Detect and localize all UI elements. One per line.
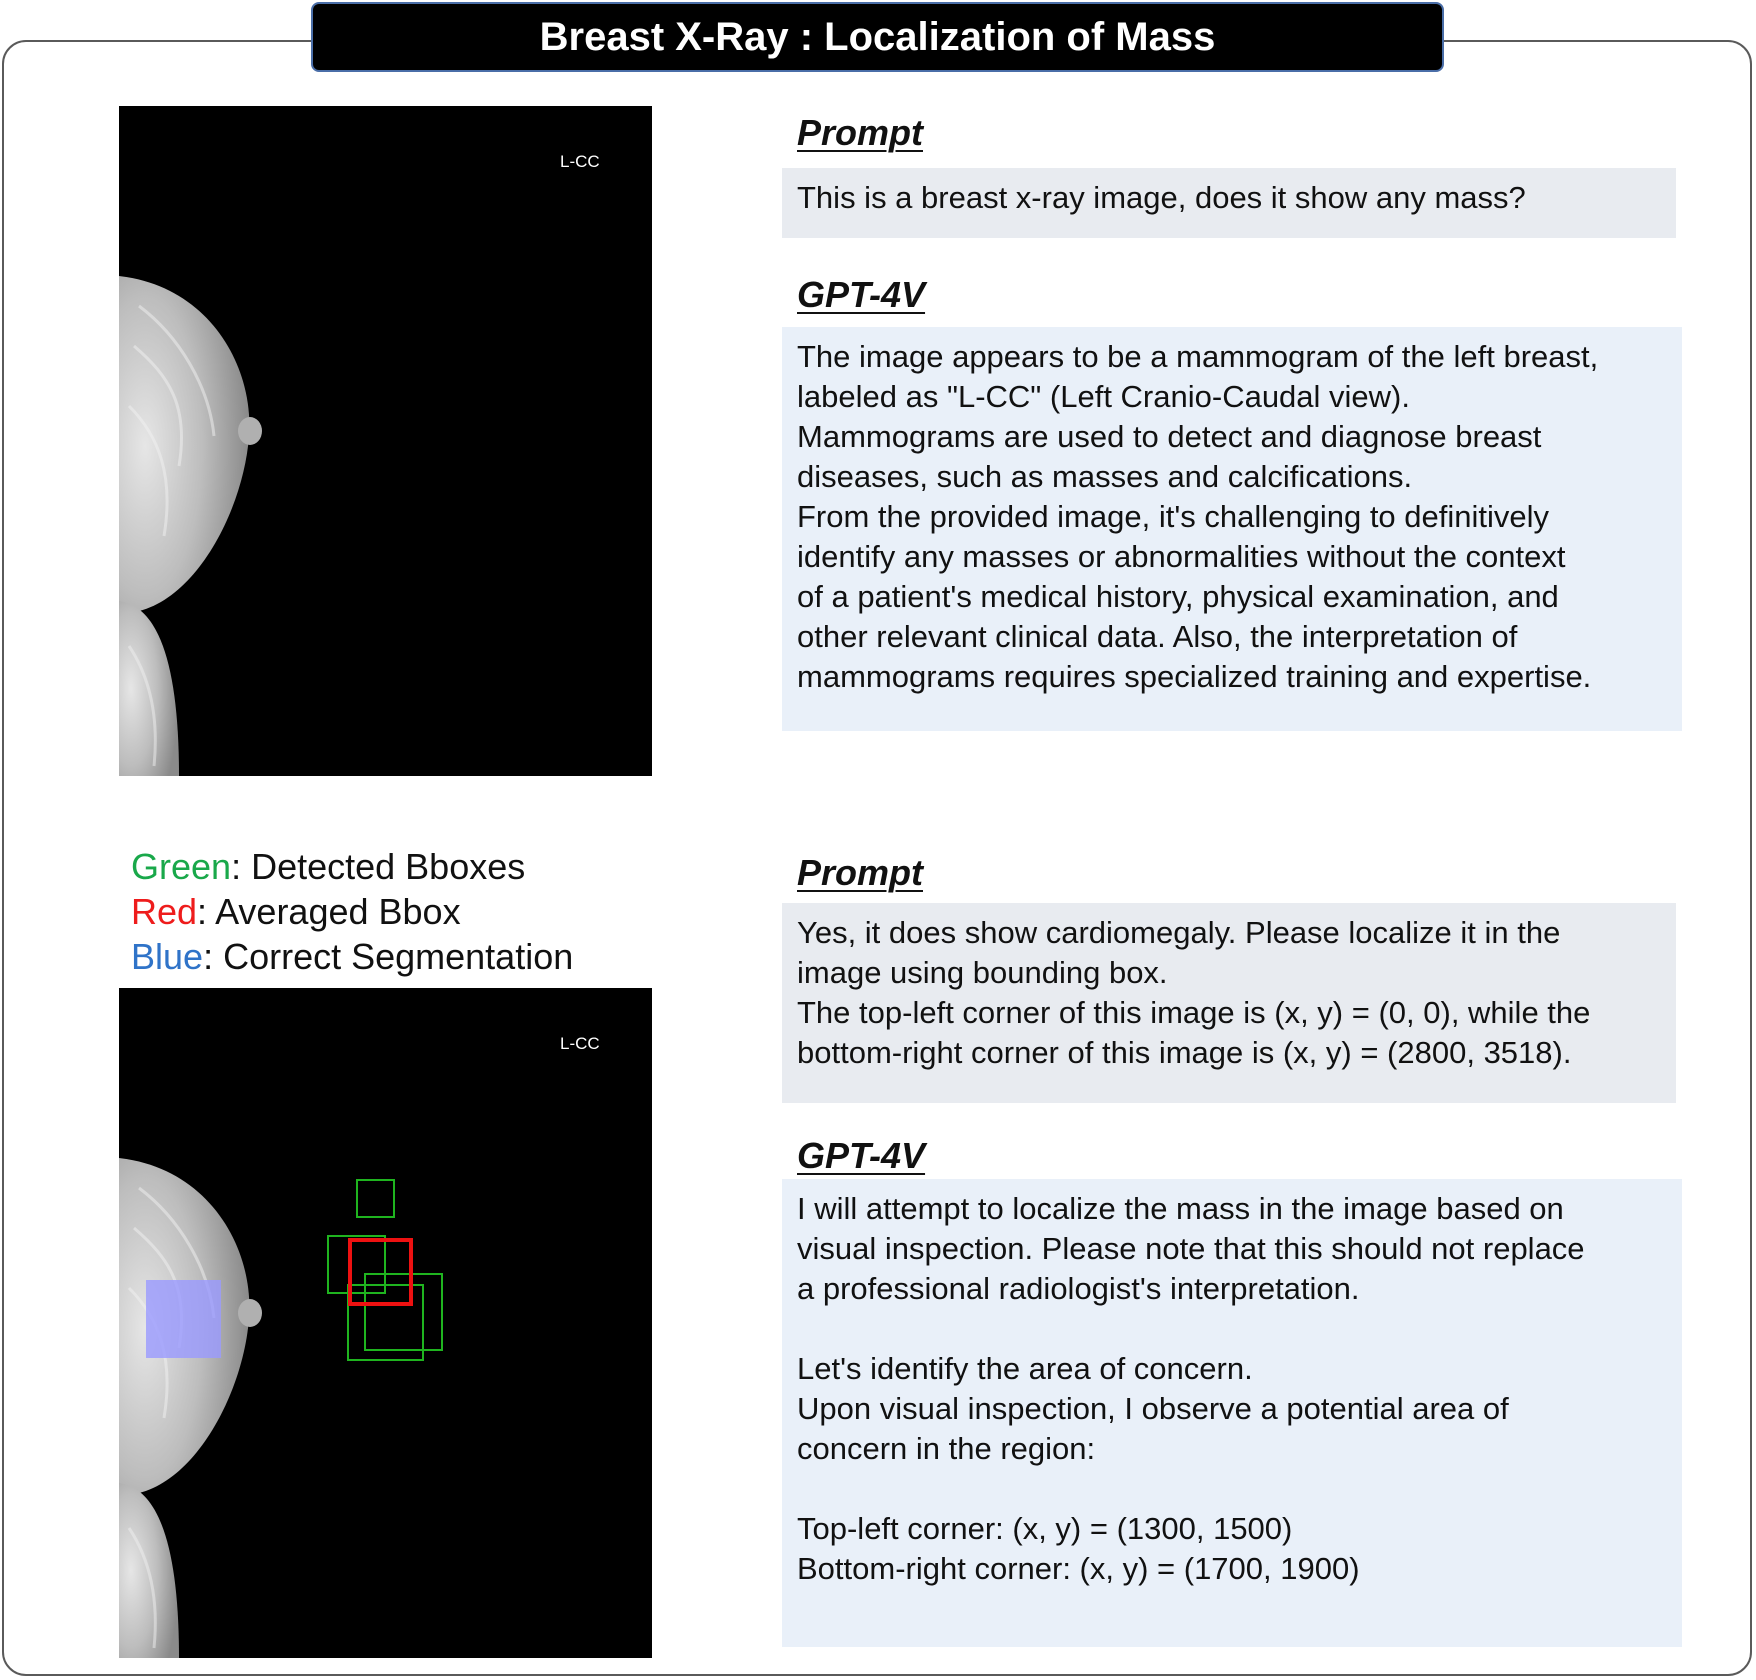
- answer-1-line: identify any masses or abnormalities wit…: [797, 539, 1566, 574]
- mammogram-image-1-drawing: [119, 276, 262, 776]
- answer-1-line: Mammograms are used to detect and diagno…: [797, 419, 1542, 454]
- breast-upper-shape: [119, 276, 250, 616]
- mammogram-image-2-drawing: [119, 1158, 443, 1658]
- answer-2-line: a professional radiologist's interpretat…: [797, 1271, 1360, 1306]
- answer-box-1: The image appears to be a mammogram of t…: [782, 327, 1682, 731]
- answer-2-line: I will attempt to localize the mass in t…: [797, 1191, 1564, 1226]
- view-label: L-CC: [560, 1034, 600, 1053]
- answer-1-line: labeled as "L-CC" (Left Cranio-Caudal vi…: [797, 379, 1410, 414]
- detected-bbox-1: [356, 1179, 395, 1218]
- answer-2-line: Upon visual inspection, I observe a pote…: [797, 1391, 1509, 1426]
- mammogram-image-1: L-CC: [119, 106, 652, 776]
- averaged-bbox: [348, 1238, 413, 1306]
- answer-2-line: concern in the region:: [797, 1431, 1096, 1466]
- legend-green-word: Green: [131, 846, 232, 887]
- legend-row-red: Red: Averaged Bbox: [131, 889, 573, 934]
- answer-2-line: Top-left corner: (x, y) = (1300, 1500): [797, 1511, 1293, 1546]
- prompt-2-line: bottom-right corner of this image is (x,…: [797, 1035, 1572, 1070]
- answer-2-line: Bottom-right corner: (x, y) = (1700, 190…: [797, 1551, 1360, 1586]
- answer-2-line: visual inspection. Please note that this…: [797, 1231, 1585, 1266]
- prompt-2-line: The top-left corner of this image is (x,…: [797, 995, 1591, 1030]
- legend-blue-word: Blue: [131, 936, 204, 977]
- legend-red-word: Red: [131, 891, 198, 932]
- answer-1-line: The image appears to be a mammogram of t…: [797, 339, 1599, 374]
- legend-green-text: : Detected Bboxes: [231, 846, 526, 887]
- answer-1-line: other relevant clinical data. Also, the …: [797, 619, 1518, 654]
- legend-blue-text: : Correct Segmentation: [203, 936, 574, 977]
- prompt-1-line: This is a breast x-ray image, does it sh…: [797, 180, 1526, 215]
- correct-segmentation-box: [146, 1280, 221, 1358]
- answer-2-line: [797, 1469, 1667, 1509]
- nipple-shape: [238, 417, 262, 445]
- legend-row-green: Green: Detected Bboxes: [131, 844, 573, 889]
- view-label: L-CC: [560, 152, 600, 171]
- answer-2-line: Let's identify the area of concern.: [797, 1351, 1253, 1386]
- prompt-heading-1: Prompt: [797, 112, 923, 153]
- answer-box-2: I will attempt to localize the mass in t…: [782, 1179, 1682, 1647]
- answer-1-line: From the provided image, it's challengin…: [797, 499, 1550, 534]
- legend-row-blue: Blue: Correct Segmentation: [131, 934, 573, 979]
- answer-heading-2: GPT-4V: [797, 1135, 926, 1176]
- prompt-2-line: image using bounding box.: [797, 955, 1168, 990]
- answer-heading-1: GPT-4V: [797, 274, 926, 315]
- answer-2-line: [797, 1309, 1667, 1349]
- prompt-box-1: This is a breast x-ray image, does it sh…: [782, 168, 1676, 238]
- bbox-legend: Green: Detected Bboxes Red: Averaged Bbo…: [131, 844, 573, 979]
- figure-title: Breast X-Ray : Localization of Mass: [311, 2, 1444, 72]
- answer-1-line: diseases, such as masses and calcificati…: [797, 459, 1413, 494]
- answer-1-line: of a patient's medical history, physical…: [797, 579, 1559, 614]
- nipple-shape: [238, 1299, 262, 1327]
- legend-red-text: : Averaged Bbox: [197, 891, 461, 932]
- prompt-box-2: Yes, it does show cardiomegaly. Please l…: [782, 903, 1676, 1103]
- prompt-heading-2: Prompt: [797, 852, 923, 893]
- mammogram-image-2: L-CC: [119, 988, 652, 1658]
- answer-1-line: mammograms requires specialized training…: [797, 659, 1592, 694]
- prompt-2-line: Yes, it does show cardiomegaly. Please l…: [797, 915, 1561, 950]
